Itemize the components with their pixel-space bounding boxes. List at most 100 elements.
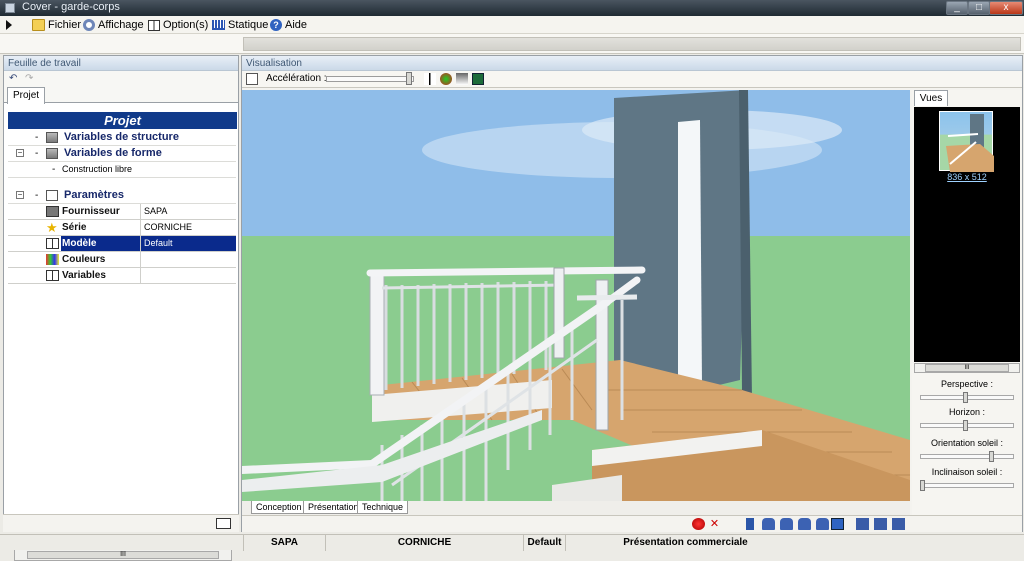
tab-conception[interactable]: Conception [251, 501, 307, 514]
filter-icon[interactable] [456, 73, 468, 85]
car-icon[interactable] [798, 518, 811, 530]
views-scrollbar[interactable]: III [914, 363, 1020, 373]
car-icon[interactable] [762, 518, 775, 530]
views-panel: Vues 836 x 512 III Perspective : Horizon… [912, 90, 1022, 531]
prop-value[interactable]: Default [140, 236, 236, 251]
project-tree: - Variables de structure − - Variables d… [8, 130, 236, 284]
record-icon[interactable] [692, 518, 705, 530]
view-thumbnail[interactable] [939, 111, 994, 172]
sun-orientation-label: Orientation soleil : [930, 438, 1004, 448]
menu-fichier-label: Fichier [48, 19, 82, 31]
menu-affichage-label: Affichage [98, 19, 144, 31]
close-button[interactable]: x [989, 1, 1023, 15]
tree-label-forme: Variables de forme [64, 147, 162, 159]
stair-post [553, 267, 565, 359]
sun-inclination-slider[interactable] [920, 483, 1014, 488]
people-icon[interactable] [856, 518, 869, 530]
visualisation-footer: ✕ [242, 515, 1022, 532]
acceleration-slider-knob[interactable] [405, 72, 412, 85]
prop-value[interactable] [140, 268, 236, 283]
scroll-thumb[interactable]: III [27, 551, 219, 559]
tree-row-construction[interactable]: - Construction libre [8, 162, 236, 178]
prop-value[interactable]: CORNICHE [140, 220, 236, 235]
move-icon[interactable] [831, 518, 844, 530]
tree-row-parametres[interactable]: − - Paramètres [8, 188, 236, 204]
pen-icon[interactable] [424, 73, 436, 85]
collapse-icon[interactable]: − [16, 191, 24, 199]
window-title: Cover - garde-corps [22, 1, 120, 13]
horizon-slider-knob[interactable] [962, 420, 968, 431]
project-header: Projet [8, 112, 237, 129]
redo-icon[interactable]: ↷ [25, 73, 33, 84]
hierarchy-icon [148, 19, 160, 31]
menu-bar: Fichier Affichage Option(s) Statique ? A… [0, 16, 1024, 34]
render-icon[interactable] [472, 73, 484, 85]
stair-cap [576, 294, 638, 301]
hierarchy-icon [46, 238, 59, 249]
menu-options-label: Option(s) [163, 19, 209, 31]
menu-statique-label: Statique [228, 19, 269, 31]
perspective-slider-knob[interactable] [962, 392, 968, 403]
prop-row-modele[interactable]: Modèle Default [8, 236, 236, 252]
palette-icon [46, 254, 59, 265]
phone-icon[interactable] [746, 518, 754, 530]
toolstrip-band [243, 37, 1021, 51]
acceleration-slider[interactable] [326, 76, 414, 82]
sun-orientation-slider-knob[interactable] [989, 451, 995, 462]
worksheet-scrollbar[interactable]: III [14, 549, 232, 561]
sun-inclination-slider-knob[interactable] [920, 480, 925, 491]
landing-handrail [366, 266, 646, 277]
color-ball-icon[interactable] [440, 73, 452, 85]
play-icon[interactable] [6, 20, 12, 30]
chart-icon [212, 20, 225, 30]
undo-icon[interactable]: ↶ [9, 73, 17, 84]
tree-label-parametres: Paramètres [64, 189, 124, 201]
camera-icon[interactable] [892, 518, 905, 530]
status-modele: Default [523, 535, 565, 551]
door-opening [678, 120, 702, 385]
minimize-button[interactable]: _ [946, 1, 968, 15]
list-icon [46, 190, 58, 201]
panel-toggle-icon[interactable] [216, 518, 231, 529]
prop-value[interactable] [140, 252, 236, 267]
tree-row-structure[interactable]: - Variables de structure [8, 130, 236, 146]
prop-value[interactable]: SAPA [140, 204, 236, 219]
list-icon[interactable] [246, 73, 258, 85]
menu-aide[interactable]: ? Aide [270, 18, 307, 32]
tab-projet[interactable]: Projet [7, 87, 45, 104]
prop-label: Série [62, 222, 87, 233]
stop-record-icon[interactable]: ✕ [708, 518, 721, 530]
prop-row-couleurs[interactable]: Couleurs [8, 252, 236, 268]
tab-vues[interactable]: Vues [914, 90, 948, 106]
worksheet-title: Feuille de travail [4, 56, 238, 71]
tab-technique[interactable]: Technique [357, 501, 409, 514]
prop-row-serie[interactable]: ★ Série CORNICHE [8, 220, 236, 236]
thumbnail-caption[interactable]: 836 x 512 [914, 172, 1020, 182]
car-icon[interactable] [816, 518, 829, 530]
3d-viewport[interactable] [242, 90, 910, 501]
menu-statique[interactable]: Statique [212, 18, 268, 32]
tree-row-forme[interactable]: − - Variables de forme [8, 146, 236, 162]
scroll-thumb[interactable]: III [925, 364, 1009, 372]
prop-row-variables[interactable]: Variables [8, 268, 236, 284]
tab-presentation[interactable]: Présentation [303, 501, 364, 514]
gear-icon [83, 19, 95, 31]
undo-toolbar: ↶ ↷ [4, 71, 238, 85]
sun-orientation-slider[interactable] [920, 454, 1014, 459]
menu-affichage[interactable]: Affichage [83, 18, 144, 32]
star-icon: ★ [46, 220, 58, 235]
views-list: 836 x 512 [914, 107, 1020, 362]
people-icon[interactable] [874, 518, 887, 530]
car-icon[interactable] [780, 518, 793, 530]
collapse-icon[interactable]: − [16, 149, 24, 157]
menu-fichier[interactable]: Fichier [32, 18, 81, 32]
menu-options[interactable]: Option(s) [148, 18, 208, 32]
prop-row-fournisseur[interactable]: Fournisseur SAPA [8, 204, 236, 220]
thumbnail-scene [946, 114, 994, 172]
worksheet-panel: Feuille de travail ↶ ↷ Projet Projet - V… [3, 55, 239, 561]
viewport-tabs: Conception Présentation Technique [242, 501, 910, 515]
maximize-button[interactable]: □ [968, 1, 990, 15]
staircase-scene [242, 90, 910, 501]
help-icon: ? [270, 19, 282, 31]
